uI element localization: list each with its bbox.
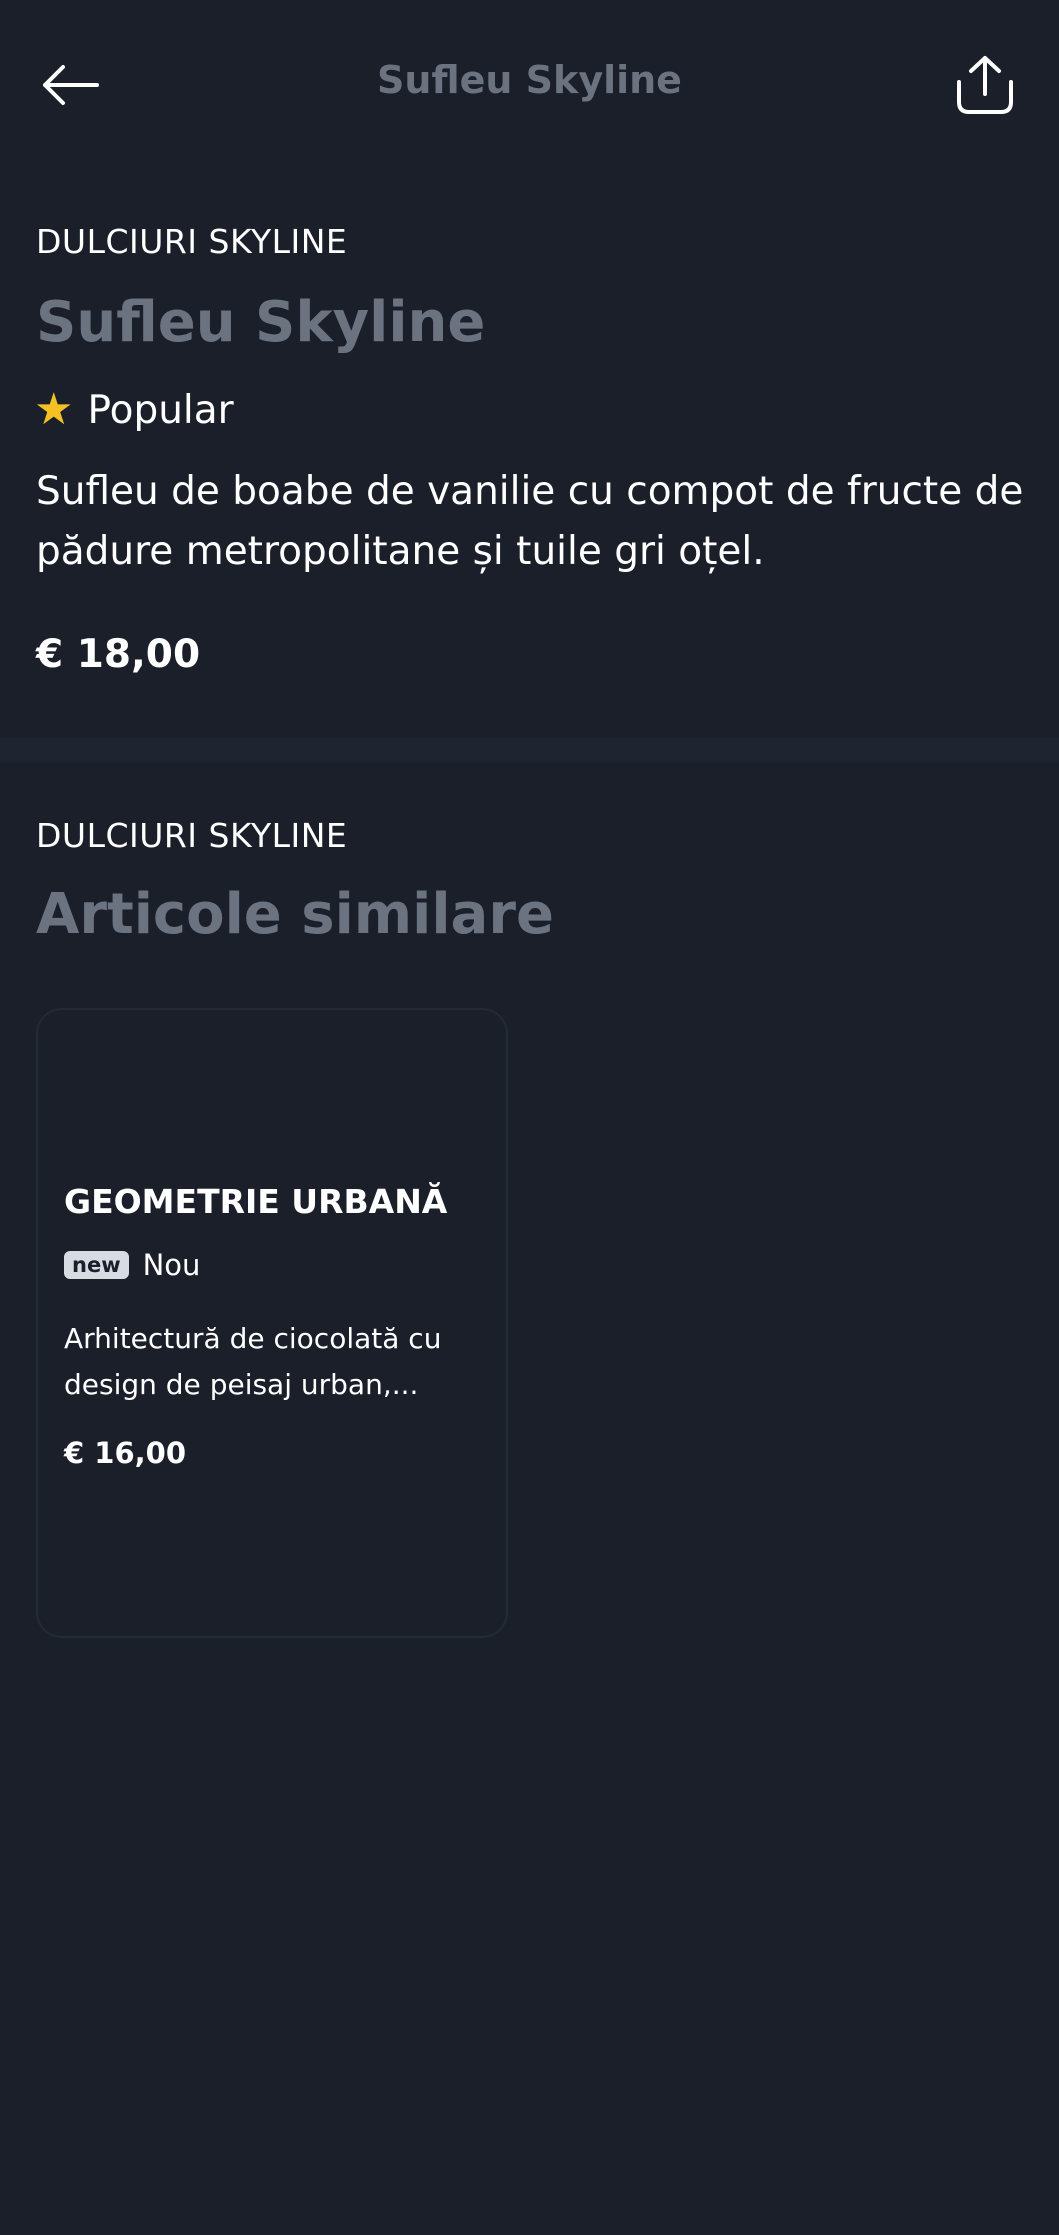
header-title: Sufleu Skyline bbox=[377, 58, 682, 102]
popular-label: Popular bbox=[87, 387, 234, 433]
similar-item-badge: new Nou bbox=[64, 1248, 200, 1282]
product-price: € 18,00 bbox=[36, 632, 201, 677]
app-header: Sufleu Skyline bbox=[0, 0, 1059, 170]
share-button[interactable] bbox=[940, 45, 1030, 125]
popular-badge: ★ Popular bbox=[34, 380, 234, 440]
star-icon: ★ bbox=[34, 384, 74, 435]
similar-item-price: € 16,00 bbox=[64, 1436, 187, 1470]
share-icon bbox=[957, 56, 1013, 114]
similar-category: DULCIURI SKYLINE bbox=[36, 816, 348, 855]
new-tag: new bbox=[64, 1251, 129, 1279]
similar-item-title: GEOMETRIE URBANĂ bbox=[64, 1182, 448, 1221]
arrow-left-icon bbox=[43, 65, 99, 105]
new-label: Nou bbox=[142, 1248, 201, 1282]
product-name: Sufleu Skyline bbox=[36, 290, 486, 355]
back-button[interactable] bbox=[30, 50, 110, 120]
product-category: DULCIURI SKYLINE bbox=[36, 222, 348, 261]
similar-item-description: Arhitectură de ciocolată cu design de pe… bbox=[64, 1322, 442, 1401]
similar-item-card[interactable]: GEOMETRIE URBANĂ new Nou Arhitectură de … bbox=[36, 1008, 508, 1638]
product-description: Sufleu de boabe de vanilie cu compot de … bbox=[36, 469, 1024, 574]
section-divider bbox=[0, 738, 1059, 762]
similar-heading: Articole similare bbox=[36, 882, 554, 947]
